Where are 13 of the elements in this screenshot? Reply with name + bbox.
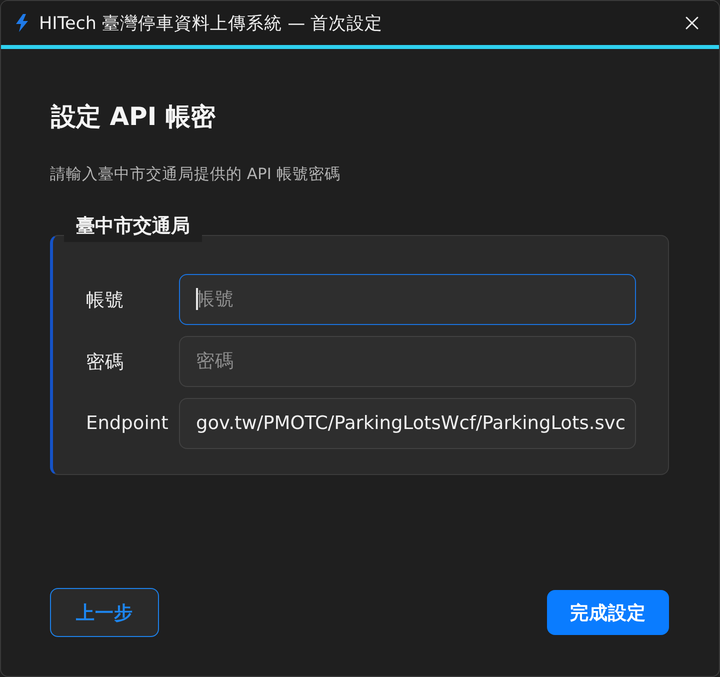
input-field[interactable]: 密碼 [179, 336, 636, 387]
group-legend: 臺中市交通局 [64, 213, 202, 242]
field-label: 帳號 [86, 289, 125, 312]
page-description: 請輸入臺中市交通局提供的 API 帳號密碼 [50, 164, 342, 184]
back-button[interactable]: 上一步 [50, 588, 159, 637]
field-label: 密碼 [86, 351, 125, 374]
input-field[interactable]: gov.tw/PMOTC/ParkingLotsWcf/ParkingLots.svc [179, 398, 636, 449]
field-label: Endpoint [86, 413, 170, 434]
page-heading: 設定 API 帳密 [51, 101, 216, 133]
lightning-bolt-icon [15, 14, 29, 32]
finish-button[interactable]: 完成設定 [547, 590, 669, 635]
text-cursor-icon [196, 288, 198, 310]
window-title: HITech 臺灣停車資料上傳系統 — 首次設定 [39, 13, 384, 35]
